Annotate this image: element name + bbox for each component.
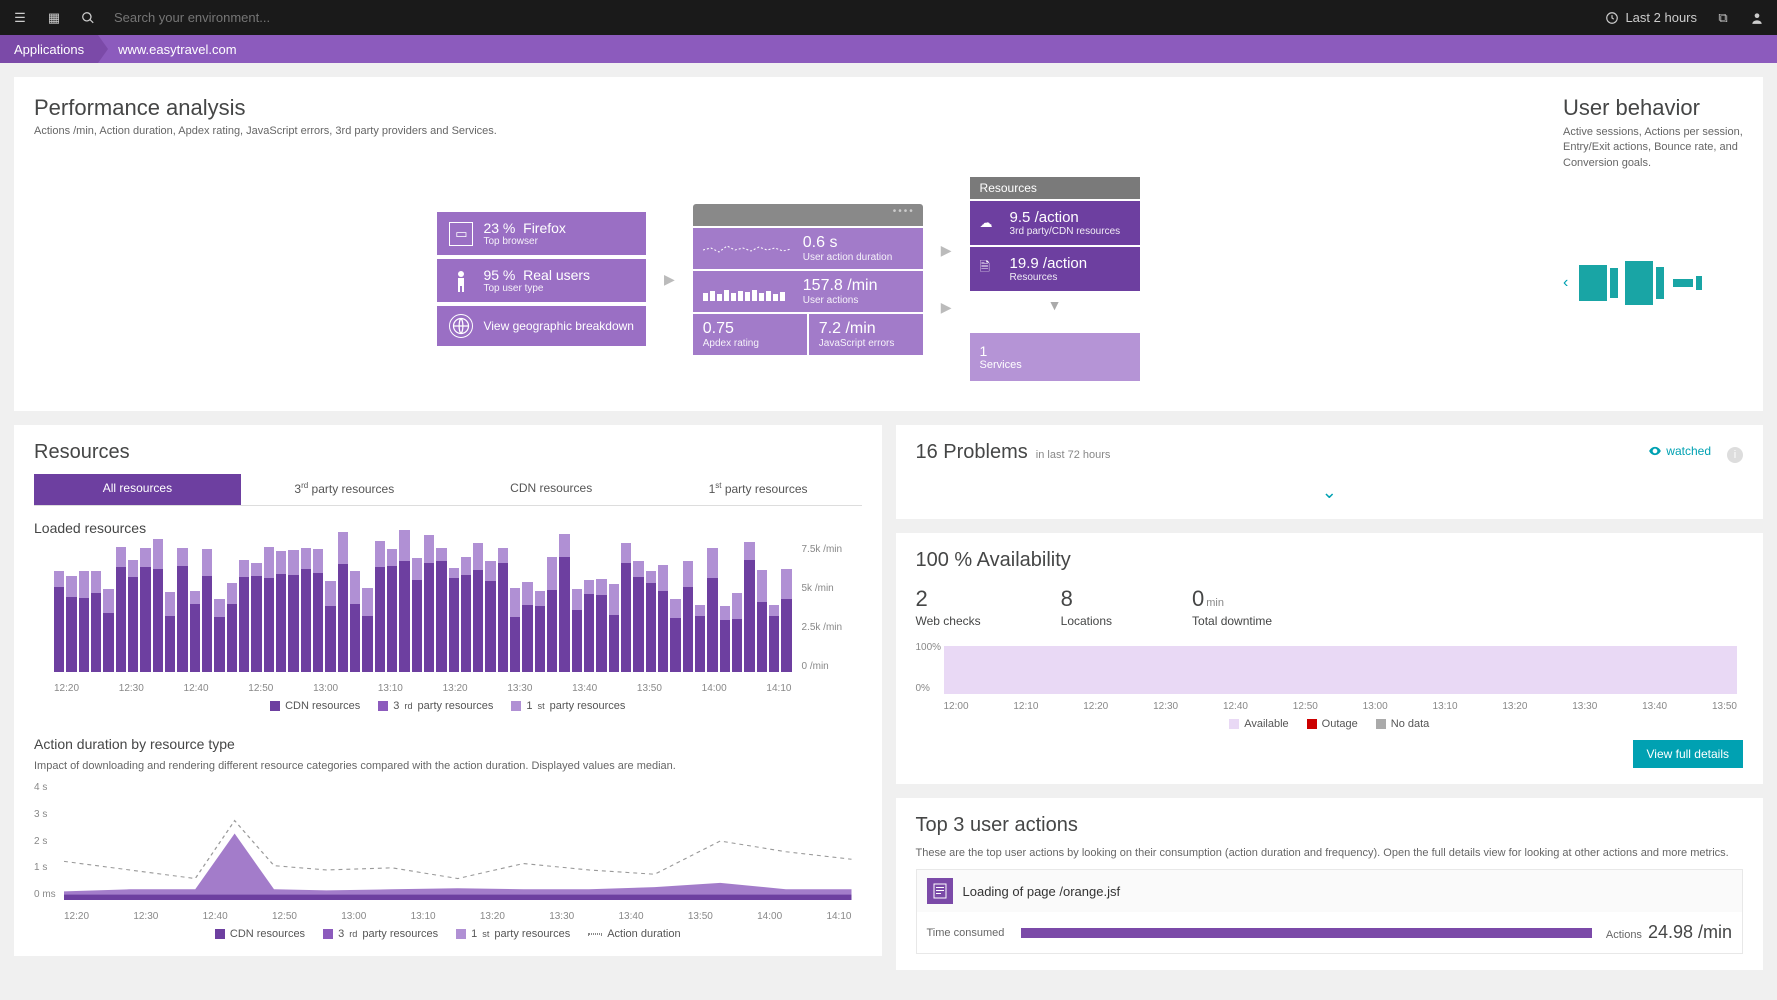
top-browser-card[interactable]: ▭ 23 % Firefox Top browser [437,212,646,255]
js-errors-card[interactable]: 7.2 /minJavaScript errors [809,314,923,355]
globe-icon [449,314,473,338]
menu-icon[interactable]: ☰ [12,10,28,26]
availability-panel: 100 % Availability 2 Web checks 8 Locati… [896,533,1764,784]
arrow-icon: ▶ [941,299,952,316]
document-icon: 🗎 [980,258,1000,280]
user-action-item[interactable]: Loading of page /orange.jsf Time consume… [916,869,1744,954]
user-behavior-panel: User behavior Active sessions, Actions p… [1563,95,1743,381]
performance-title: Performance analysis [34,95,1543,121]
geographic-breakdown-link[interactable]: View geographic breakdown [437,306,646,346]
timerange-picker[interactable]: Last 2 hours [1605,10,1697,25]
resources-card-panel: Resources All resources 3rd party resour… [14,425,882,956]
downtime-stat: 0min Total downtime [1192,586,1272,628]
share-icon[interactable]: ⧉ [1715,10,1731,26]
availability-title: 100 % Availability [916,549,1744,572]
expand-problems-icon[interactable]: ⌄ [916,482,1744,503]
view-full-details-button[interactable]: View full details [1633,740,1744,768]
problems-title: 16 Problems [916,441,1028,464]
locations-stat: 8 Locations [1061,586,1112,628]
tab-all-resources[interactable]: All resources [34,474,241,505]
top-user-actions-title: Top 3 user actions [916,814,1744,837]
third-party-cdn-card[interactable]: ☁ 9.5 /action3rd party/CDN resources [970,201,1140,245]
actions-metric: Actions24.98 /min [1606,922,1732,943]
watched-toggle[interactable]: watched [1648,444,1711,458]
action-duration-chart[interactable]: 4 s 3 s 2 s 1 s 0 ms 12:2012:3012:4012:5… [34,782,862,922]
loaded-resources-chart[interactable]: 7.5k /min 5k /min 2.5k /min 0 /min 12:20… [34,544,862,694]
user-actions-card[interactable]: 157.8 /minUser actions [693,271,923,312]
arrow-icon: ▶ [664,271,675,288]
user-action-duration-card[interactable]: 0.6 sUser action duration [693,228,923,269]
problems-timeframe: in last 72 hours [1036,449,1111,461]
tab-third-party[interactable]: 3rd party resources [241,474,448,505]
topbar: ☰ ▦ Last 2 hours ⧉ [0,0,1777,35]
performance-panel: Performance analysis Actions /min, Actio… [14,77,1763,411]
info-icon[interactable]: i [1727,447,1743,463]
loaded-resources-title: Loaded resources [34,520,862,536]
user-action-name: Loading of page /orange.jsf [963,884,1121,899]
browser-icon: ▭ [449,222,473,246]
top-user-actions-panel: Top 3 user actions These are the top use… [896,798,1764,970]
time-consumed-label: Time consumed [927,927,1007,939]
breadcrumb: Applications www.easytravel.com [0,35,1777,63]
resources-tabs: All resources 3rd party resources CDN re… [34,474,862,506]
availability-legend: Available Outage No data [916,718,1744,730]
top-user-type-card[interactable]: 95 % Real users Top user type [437,259,646,302]
resources-header: Resources [970,177,1140,199]
breadcrumb-app-name[interactable]: www.easytravel.com [98,35,250,63]
breadcrumb-applications[interactable]: Applications [0,35,98,63]
apdex-card[interactable]: 0.75Apdex rating [693,314,807,355]
resources-card[interactable]: 🗎 19.9 /actionResources [970,247,1140,291]
user-type-icon [449,269,473,293]
browser-window-header [693,204,923,226]
tab-cdn[interactable]: CDN resources [448,474,655,505]
user-icon[interactable] [1749,10,1765,26]
webchecks-stat: 2 Web checks [916,586,981,628]
user-behavior-title: User behavior [1563,95,1743,121]
user-behavior-funnel[interactable]: ‹ [1563,261,1743,305]
cloud-icon: ☁ [980,215,1000,231]
loaded-resources-legend: CDN resources 3rd party resources 1st pa… [34,700,862,712]
page-load-icon [927,878,953,904]
action-duration-legend: CDN resources 3rd party resources 1st pa… [34,928,862,940]
chevron-left-icon[interactable]: ‹ [1563,274,1568,292]
performance-subtitle: Actions /min, Action duration, Apdex rat… [34,125,1543,137]
action-duration-title: Action duration by resource type [34,736,862,752]
action-duration-desc: Impact of downloading and rendering diff… [34,760,862,772]
user-behavior-subtitle: Active sessions, Actions per session, En… [1563,125,1743,171]
timerange-label: Last 2 hours [1625,10,1697,25]
arrow-down-icon: ▼ [970,297,1140,313]
services-card[interactable]: 1Services [970,333,1140,381]
resources-title: Resources [34,441,862,464]
dashboard-icon[interactable]: ▦ [46,10,62,26]
arrow-icon: ▶ [941,242,952,259]
top-user-actions-desc: These are the top user actions by lookin… [916,847,1744,859]
time-consumed-bar [1021,928,1592,938]
problems-panel: 16 Problems in last 72 hours watched i ⌄ [896,425,1764,519]
search-icon[interactable] [80,10,96,26]
availability-chart[interactable]: 100%0% 12:0012:1012:2012:3012:4012:5013:… [916,642,1744,712]
tab-first-party[interactable]: 1st party resources [655,474,862,505]
search-input[interactable] [114,10,414,25]
